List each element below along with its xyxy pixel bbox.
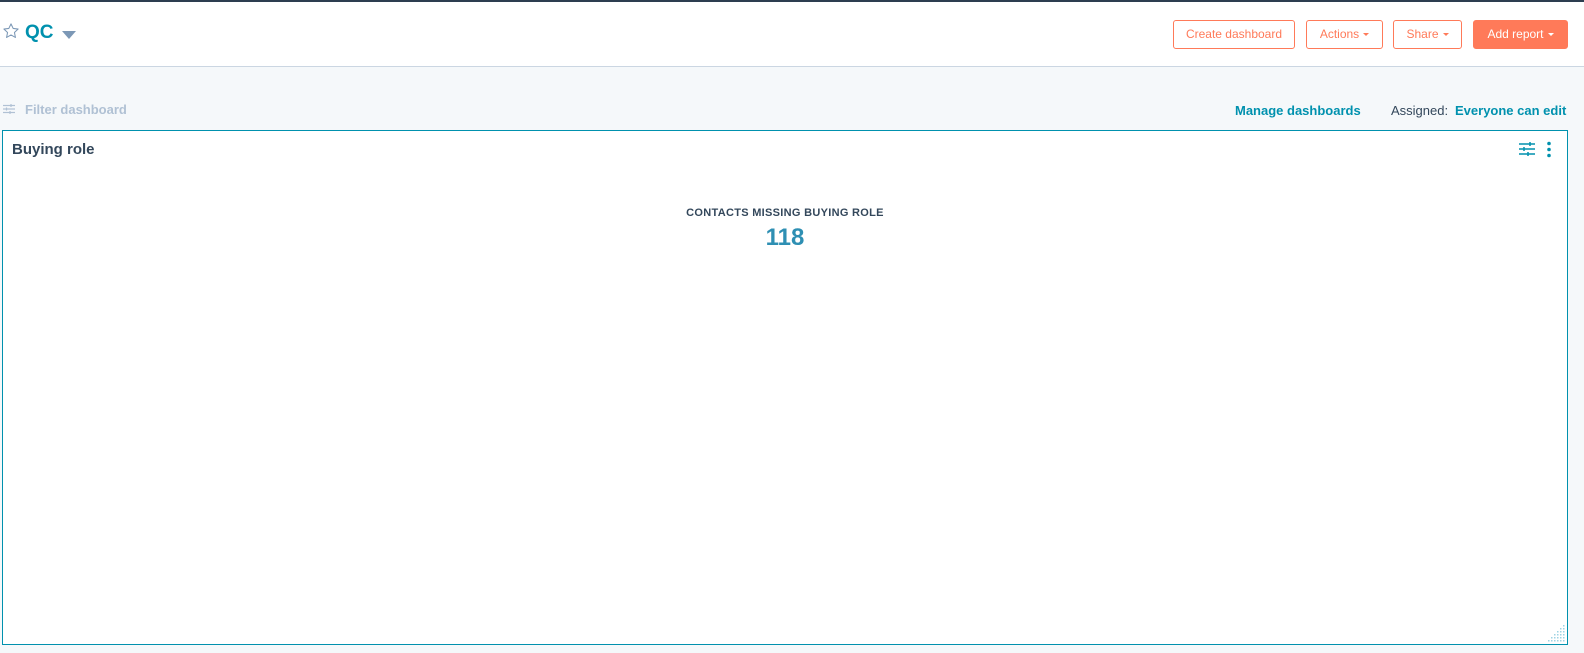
dashboard-header: QC Create dashboard Actions Share Add re… xyxy=(0,2,1584,67)
sliders-icon[interactable] xyxy=(1519,142,1535,156)
vertical-ellipsis-icon[interactable] xyxy=(1546,141,1552,158)
metric-value: 118 xyxy=(765,224,805,251)
filter-dashboard-button[interactable]: Filter dashboard xyxy=(25,102,127,117)
report-card: Buying role CONTACTS MISSING BUYING ROLE… xyxy=(2,130,1568,645)
metric-label: CONTACTS MISSING BUYING ROLE xyxy=(686,207,884,219)
add-report-label: Add report xyxy=(1487,27,1544,41)
share-label: Share xyxy=(1406,27,1439,41)
assigned-label: Assigned: xyxy=(1391,103,1449,118)
dropdown-arrow-icon xyxy=(1547,33,1554,37)
report-title[interactable]: Buying role xyxy=(12,141,95,158)
actions-button[interactable]: Actions xyxy=(1306,20,1383,49)
dashboard-title[interactable]: QC xyxy=(25,22,54,44)
dropdown-arrow-icon xyxy=(1363,33,1370,37)
add-report-button[interactable]: Add report xyxy=(1473,20,1568,49)
assigned-value-link[interactable]: Everyone can edit xyxy=(1455,103,1566,118)
sliders-icon[interactable] xyxy=(3,104,15,114)
caret-down-icon[interactable] xyxy=(62,31,76,39)
manage-dashboards-link[interactable]: Manage dashboards xyxy=(1235,103,1361,118)
create-dashboard-button[interactable]: Create dashboard xyxy=(1173,20,1295,49)
create-dashboard-label: Create dashboard xyxy=(1185,27,1283,41)
share-button[interactable]: Share xyxy=(1393,20,1462,49)
resize-grip-icon[interactable] xyxy=(1546,623,1566,643)
actions-label: Actions xyxy=(1319,27,1360,41)
star-icon[interactable] xyxy=(2,22,20,40)
dropdown-arrow-icon xyxy=(1442,33,1449,37)
